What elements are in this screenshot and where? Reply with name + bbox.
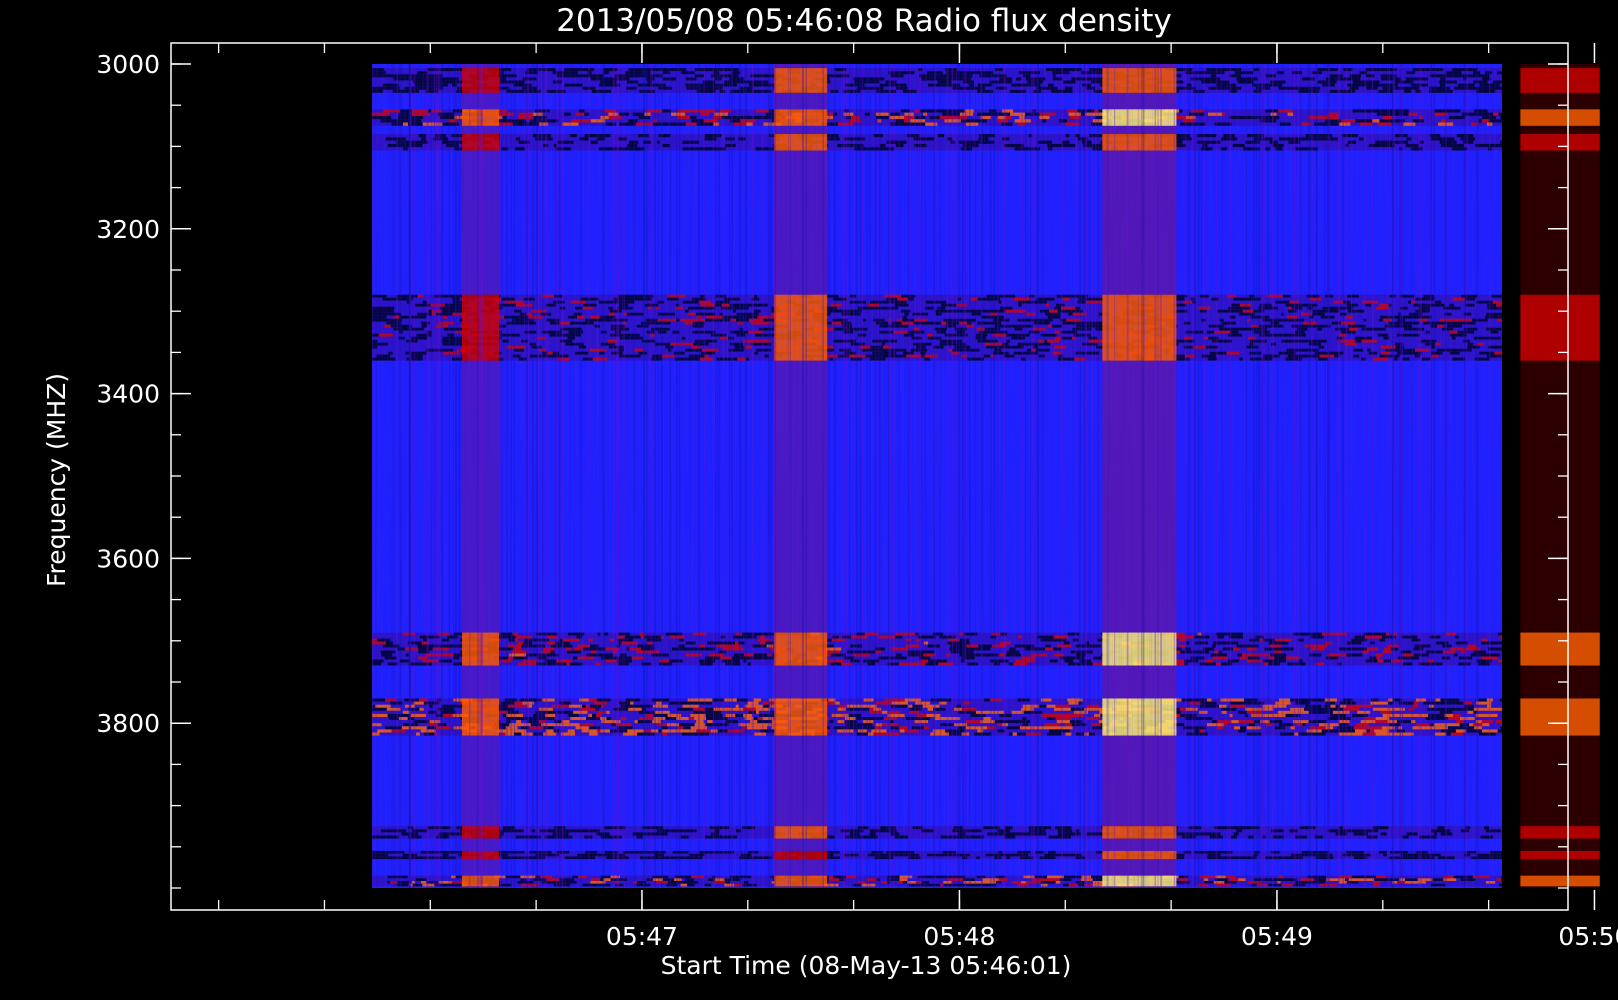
spectrogram-chart: 2013/05/08 05:46:08 Radio flux density 0… — [42, 3, 1618, 980]
chart-title: 2013/05/08 05:46:08 Radio flux density — [556, 3, 1172, 39]
plot-area — [171, 43, 1600, 910]
